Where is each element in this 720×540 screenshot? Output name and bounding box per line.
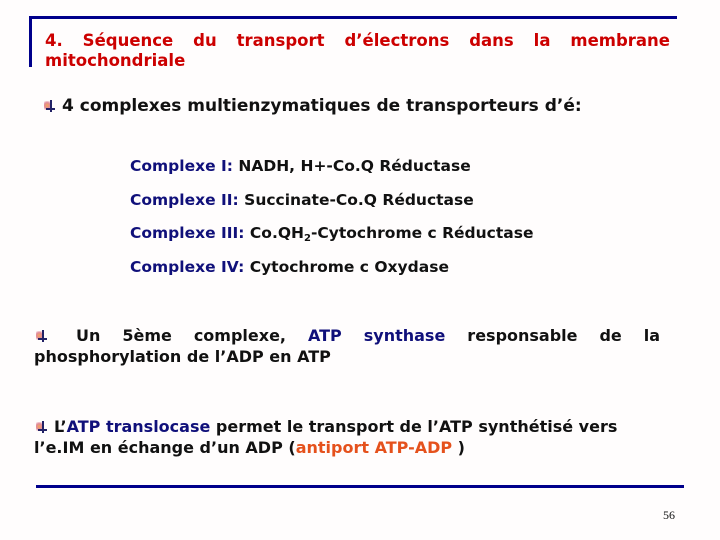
slide-title: 4. Séquence du transport d’électrons dan… [45,31,670,71]
atp-synthase-term: ATP synthase [308,326,446,345]
complex-item: Complexe I: NADH, H+-Co.Q Réductase [130,155,533,189]
fifth-text-pre: Un 5ème complexe, [75,326,287,345]
fifth-complex-bullet: Un 5ème complexe, ATP synthase responsab… [34,325,660,367]
fifth-complex-line2: phosphorylation de l’ADP en ATP [34,347,331,366]
complex-label: Complexe III: [130,224,245,242]
complex-label: Complexe I: [130,157,233,175]
pushpin-bullet-icon [36,421,48,433]
complex-label: Complexe II: [130,190,239,209]
slide-title-line2: mitochondriale [45,51,186,70]
complex-desc-post: -Cytochrome c Réductase [310,224,534,242]
fifth-text-post: responsable de la [467,326,661,345]
antiport-term: antiport ATP-ADP [295,438,453,457]
complex-desc: Co.QH2-Cytochrome c Réductase [249,224,534,244]
translocase-line2-post: ) [452,438,465,457]
translocase-bullet: L’ATP translocase permet le transport de… [34,416,689,458]
complex-desc: NADH, H+-Co.Q Réductase [238,157,471,175]
complex-label: Complexe IV: [130,257,245,276]
atp-translocase-term: ATP translocase [66,417,211,436]
fifth-complex-line1: Un 5ème complexe, ATP synthase responsab… [34,325,660,346]
complex-item: Complexe II: Succinate-Co.Q Réductase [130,189,533,223]
pushpin-bullet-icon [36,330,48,342]
top-rule [29,16,677,19]
slide-title-line1: 4. Séquence du transport d’électrons dan… [45,31,670,50]
complex-desc-subscript: 2 [303,233,311,244]
bottom-rule [36,485,684,488]
complex-item: Complexe IV: Cytochrome c Oxydase [130,256,533,290]
translocase-line1: L’ATP translocase permet le transport de… [34,416,689,437]
complex-list: Complexe I: NADH, H+-Co.Q Réductase Comp… [130,155,533,289]
translocase-line2: l’e.IM en échange d’un ADP (antiport ATP… [34,438,465,457]
complex-item: Complexe III: Co.QH2-Cytochrome c Réduct… [130,222,533,256]
left-rule [29,16,32,67]
intro-text: 4 complexes multienzymatiques de transpo… [62,96,582,116]
complex-desc: Succinate-Co.Q Réductase [244,190,474,209]
page-number: 56 [663,508,675,522]
translocase-line2-pre: l’e.IM en échange d’un ADP ( [34,438,296,457]
complex-desc: Cytochrome c Oxydase [249,257,449,276]
pushpin-bullet-icon [44,100,56,112]
translocase-text-pre: L’ [54,417,67,436]
translocase-text-post: permet le transport de l’ATP synthétisé … [215,417,618,436]
intro-bullet: 4 complexes multienzymatiques de transpo… [44,96,582,116]
complex-desc-pre: Co.QH [249,224,304,242]
